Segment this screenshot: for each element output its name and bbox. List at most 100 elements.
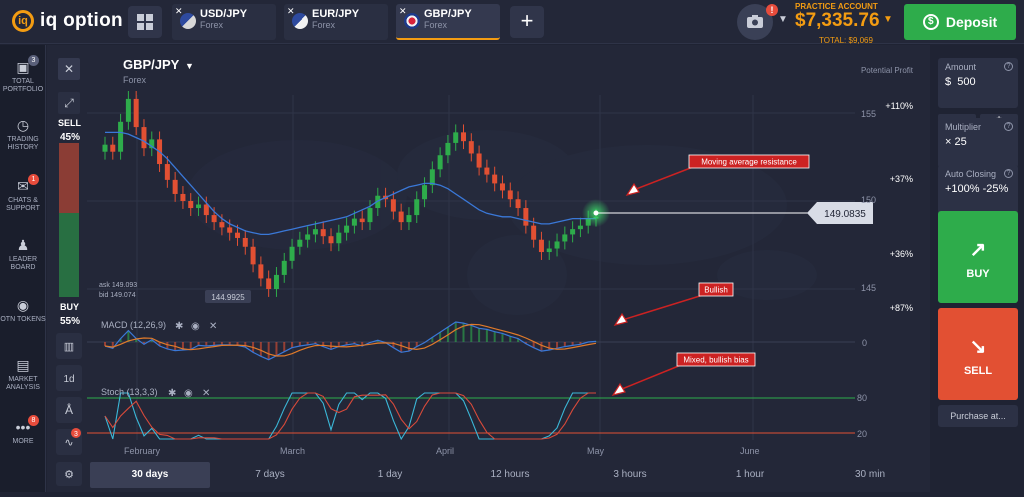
buy-sentiment-value: 55% xyxy=(60,316,80,327)
tab-type: Forex xyxy=(424,20,448,30)
candle-body xyxy=(367,208,373,223)
macd-label: MACD (12,26,9) xyxy=(101,320,166,330)
tab-name: EUR/JPY xyxy=(312,8,360,20)
eu-flag-icon xyxy=(292,13,308,29)
month-label: February xyxy=(124,446,161,456)
candle-body xyxy=(188,201,194,209)
auto-closing-field[interactable]: Auto Closing ? +100% -25% xyxy=(938,165,1018,215)
sell-sentiment-label: SELL xyxy=(58,118,82,128)
settings-icon[interactable]: ✱ xyxy=(168,388,176,399)
trade-panel: Amount ? $ 500 − + Multiplier ? × 25 Aut… xyxy=(930,45,1024,492)
candle-body xyxy=(453,132,459,143)
asset-grid-button[interactable] xyxy=(128,6,162,38)
sidebar-item-leaderboard[interactable]: ♟ LEADER BOARD xyxy=(0,237,46,272)
timeframe-3-hours[interactable]: 3 hours xyxy=(570,462,690,488)
candle-body xyxy=(515,199,521,209)
sidebar-item-label: CHATS & SUPPORT xyxy=(6,197,40,212)
asset-title[interactable]: GBP/JPY xyxy=(123,57,180,72)
timeframe-label: 1d xyxy=(63,374,74,385)
sidebar-item-history[interactable]: ◷ TRADING HISTORY xyxy=(0,117,46,152)
timeframe-1-hour[interactable]: 1 hour xyxy=(690,462,810,488)
timeframe-7-days[interactable]: 7 days xyxy=(210,462,330,488)
logo[interactable]: iq iq option xyxy=(12,10,123,32)
candle-body xyxy=(507,190,513,200)
auto-closing-label: Auto Closing xyxy=(945,169,997,179)
amount-value[interactable]: $ 500 xyxy=(945,76,1011,88)
multiplier-label: Multiplier xyxy=(945,122,982,132)
timeframe-30-days[interactable]: 30 days xyxy=(90,462,210,488)
current-price-value: 149.0835 xyxy=(824,209,866,220)
asset-tab-eurjpy[interactable]: ✕ EUR/JPY Forex xyxy=(284,4,388,40)
auto-closing-value[interactable]: +100% -25% xyxy=(945,183,1011,195)
tab-name: USD/JPY xyxy=(200,8,248,20)
stoch-label: Stoch (13,3,3) xyxy=(101,387,158,397)
candle-body xyxy=(281,260,287,275)
candle-body xyxy=(289,246,295,261)
price-chart[interactable]: Moving average resistance Bullish Mixed, b… xyxy=(47,45,930,492)
candle-body xyxy=(531,225,537,240)
candle-body xyxy=(468,141,474,154)
candle-body xyxy=(484,167,490,175)
multiplier-value[interactable]: × 25 xyxy=(945,136,1011,148)
more-badge: 8 xyxy=(28,415,39,426)
chevron-down-icon[interactable]: ▼ xyxy=(778,14,788,25)
sidebar-item-tokens[interactable]: ◉ OTN TOKENS xyxy=(0,297,46,324)
buy-label: BUY xyxy=(966,268,990,280)
help-icon[interactable]: ? xyxy=(1004,122,1013,131)
candle-body xyxy=(258,264,264,279)
ask-price: ask 149.093 xyxy=(99,282,137,289)
candle-body xyxy=(328,236,334,244)
candle-body xyxy=(219,222,225,228)
asset-type: Forex xyxy=(123,75,147,85)
annotation-arrow xyxy=(616,364,682,392)
sidebar-item-chats[interactable]: ✉ 1 CHATS & SUPPORT xyxy=(0,174,46,213)
sidebar-item-portfolio[interactable]: ▣ 3 TOTAL PORTFOLIO xyxy=(0,55,46,94)
sidebar-item-label: OTN TOKENS xyxy=(0,316,46,323)
sidebar-item-more[interactable]: ••• 8 MORE xyxy=(0,415,46,446)
candle-body xyxy=(554,241,560,249)
timeframe-30-min[interactable]: 30 min xyxy=(810,462,930,488)
timeframe-12-hours[interactable]: 12 hours xyxy=(450,462,570,488)
close-icon[interactable]: ✕ xyxy=(202,388,210,399)
annotation-arrowhead xyxy=(611,382,626,396)
analysis-icon: ▤ xyxy=(16,357,30,373)
amount-field[interactable]: Amount ? $ 500 − + xyxy=(938,58,1018,126)
multiplier-field[interactable]: Multiplier ? × 25 xyxy=(938,118,1018,168)
asset-tab-gbpjpy[interactable]: ✕ GBP/JPY Forex xyxy=(396,4,500,40)
candle-body xyxy=(297,239,303,247)
gears-icon: ⚙ xyxy=(64,469,74,481)
candle-body xyxy=(118,121,124,152)
annotation-arrow xyxy=(618,294,704,322)
annotation-text: Moving average resistance xyxy=(701,158,797,167)
add-tab-button[interactable]: + xyxy=(510,6,544,38)
leader-icon: ♟ xyxy=(16,237,30,253)
settings-icon[interactable]: ✱ xyxy=(175,321,183,332)
deposit-button[interactable]: $ Deposit xyxy=(904,4,1016,40)
help-icon[interactable]: ? xyxy=(1004,169,1013,178)
eye-icon[interactable]: ◉ xyxy=(191,321,200,332)
candle-body xyxy=(414,199,420,216)
expand-icon: ⤢ xyxy=(63,96,74,110)
history-icon: ◷ xyxy=(16,117,30,133)
sidebar-item-market-analysis[interactable]: ▤ MARKET ANALYSIS xyxy=(0,357,46,392)
close-icon[interactable]: ✕ xyxy=(209,321,217,332)
top-bar: iq iq option ✕ USD/JPY Forex ✕ EUR/JPY F… xyxy=(0,0,1024,45)
eye-icon[interactable]: ◉ xyxy=(184,388,193,399)
candle-body xyxy=(320,229,326,237)
tab-type: Forex xyxy=(200,20,224,30)
tab-type: Forex xyxy=(312,20,336,30)
sell-button[interactable]: ↘ SELL xyxy=(938,308,1018,400)
sidebar-item-label: LEADER BOARD xyxy=(8,256,37,271)
help-icon[interactable]: ? xyxy=(1004,62,1013,71)
timeframe-1-day[interactable]: 1 day xyxy=(330,462,450,488)
us-flag-icon xyxy=(180,13,196,29)
buy-button[interactable]: ↗ BUY xyxy=(938,211,1018,303)
chevron-down-icon[interactable]: ▼ xyxy=(185,61,194,71)
candle-body xyxy=(461,132,467,142)
plus-icon: + xyxy=(520,8,534,33)
purchase-at-button[interactable]: Purchase at... xyxy=(938,405,1018,427)
account-selector[interactable]: PRACTICE ACCOUNT $7,335.76 ▼ TOTAL: $9,0… xyxy=(795,2,895,45)
chart-area[interactable]: Moving average resistance Bullish Mixed, b… xyxy=(47,45,930,492)
asset-tab-usdjpy[interactable]: ✕ USD/JPY Forex xyxy=(172,4,276,40)
account-total: TOTAL: $9,069 xyxy=(819,36,873,45)
